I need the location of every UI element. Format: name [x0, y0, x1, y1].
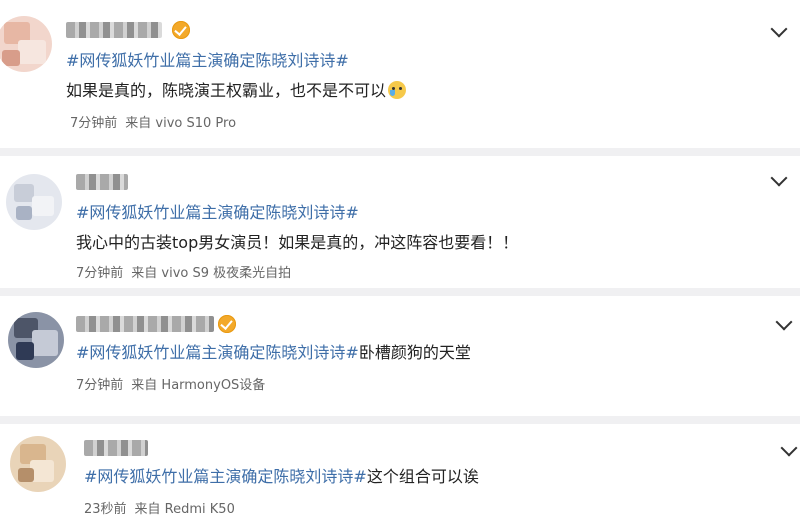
post-time: 7分钟前 [76, 266, 124, 281]
separator [0, 148, 800, 156]
hashtag-link[interactable]: #网传狐妖竹业篇主演确定陈晓刘诗诗# [76, 343, 359, 362]
post-source: 来自 Redmi K50 [134, 502, 235, 517]
post-card[interactable]: #网传狐妖竹业篇主演确定陈晓刘诗诗#卧槽颜狗的天堂 7分钟前 来自 Harmony… [0, 296, 800, 416]
post-content: 我心中的古装top男女演员！如果是真的，冲这阵容也要看！！ [76, 232, 518, 254]
post-text: 这个组合可以诶 [366, 467, 479, 486]
username-blurred[interactable] [76, 316, 214, 332]
post-content: #网传狐妖竹业篇主演确定陈晓刘诗诗#卧槽颜狗的天堂 [76, 342, 471, 364]
post-time: 23秒前 [84, 502, 127, 517]
username-blurred[interactable] [76, 174, 128, 190]
verified-badge-icon [218, 315, 236, 333]
post-text: 卧槽颜狗的天堂 [358, 343, 471, 362]
post-text: 我心中的古装top男女演员！如果是真的，冲这阵容也要看！！ [76, 233, 519, 252]
username-blurred[interactable] [66, 22, 162, 38]
post-meta: 7分钟前 来自 HarmonyOS设备 [76, 374, 265, 393]
hashtag-link[interactable]: #网传狐妖竹业篇主演确定陈晓刘诗诗# [84, 467, 367, 486]
post-text: 如果是真的，陈晓演王权霸业，也不是不可以 [66, 81, 387, 100]
post-content: #网传狐妖竹业篇主演确定陈晓刘诗诗# [66, 50, 349, 72]
avatar[interactable] [8, 312, 64, 368]
post-content: #网传狐妖竹业篇主演确定陈晓刘诗诗# [76, 202, 359, 224]
chevron-down-icon[interactable] [780, 439, 798, 457]
post-time: 7分钟前 [70, 116, 118, 131]
crying-laugh-emoji-icon [388, 81, 407, 99]
verified-badge-icon [172, 21, 190, 39]
post-source: 来自 vivo S10 Pro [125, 116, 237, 131]
username-blurred[interactable] [84, 440, 148, 456]
avatar[interactable] [0, 16, 52, 72]
avatar[interactable] [6, 174, 62, 230]
separator [0, 416, 800, 424]
post-content: #网传狐妖竹业篇主演确定陈晓刘诗诗#这个组合可以诶 [84, 466, 479, 488]
post-card[interactable]: #网传狐妖竹业篇主演确定陈晓刘诗诗#这个组合可以诶 23秒前 来自 Redmi K… [0, 424, 800, 531]
post-meta: 7分钟前 来自 vivo S10 Pro [70, 112, 236, 131]
separator [0, 288, 800, 296]
post-card[interactable]: #网传狐妖竹业篇主演确定陈晓刘诗诗# 我心中的古装top男女演员！如果是真的，冲… [0, 156, 800, 284]
hashtag-link[interactable]: #网传狐妖竹业篇主演确定陈晓刘诗诗# [76, 203, 359, 222]
post-meta: 7分钟前 来自 vivo S9 极夜柔光自拍 [76, 262, 291, 281]
post-time: 7分钟前 [76, 378, 124, 393]
post-source: 来自 vivo S9 极夜柔光自拍 [131, 266, 292, 281]
post-card[interactable]: #网传狐妖竹业篇主演确定陈晓刘诗诗# 如果是真的，陈晓演王权霸业，也不是不可以 … [0, 0, 800, 148]
post-content: 如果是真的，陈晓演王权霸业，也不是不可以 [66, 80, 407, 102]
hashtag-link[interactable]: #网传狐妖竹业篇主演确定陈晓刘诗诗# [66, 51, 349, 70]
chevron-down-icon[interactable] [770, 20, 788, 38]
avatar[interactable] [10, 436, 66, 492]
post-source: 来自 HarmonyOS设备 [131, 378, 266, 393]
chevron-down-icon[interactable] [770, 169, 788, 187]
post-meta: 23秒前 来自 Redmi K50 [84, 498, 235, 517]
chevron-down-icon[interactable] [775, 313, 793, 331]
